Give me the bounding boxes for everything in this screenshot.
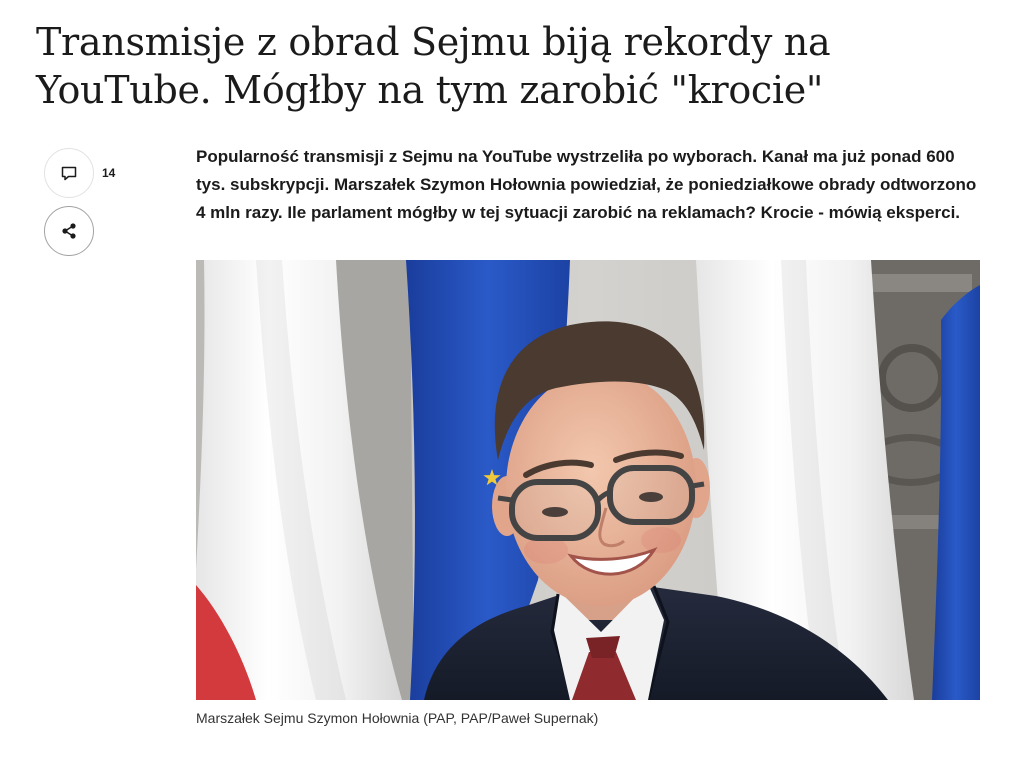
glasses-right-lens [607,465,695,525]
comments-button[interactable] [44,148,94,198]
photo-illustration [196,260,980,700]
share-node-left [62,228,68,234]
share-button[interactable] [44,206,94,256]
photo-caption: Marszałek Sejmu Szymon Hołownia (PAP, PA… [196,710,599,726]
article-photo [196,260,980,700]
share-node-bottom [70,233,76,239]
article-lead: Popularność transmisji z Sejmu na YouTub… [196,147,977,222]
comment-icon-graphic [61,166,77,181]
comment-icon [59,163,79,183]
comment-bubble-outline [61,166,77,181]
glasses-left-lens [509,479,601,541]
article-title: Transmisje z obrad Sejmu biją rekordy na… [36,20,831,112]
share-node-top [70,223,76,229]
comments-count[interactable]: 14 [102,166,115,180]
glasses-temple-right [691,481,705,489]
share-icon-graphic [62,223,76,239]
glasses-temple-left [497,495,513,503]
cheek-right [641,527,681,553]
share-icon [59,221,79,241]
